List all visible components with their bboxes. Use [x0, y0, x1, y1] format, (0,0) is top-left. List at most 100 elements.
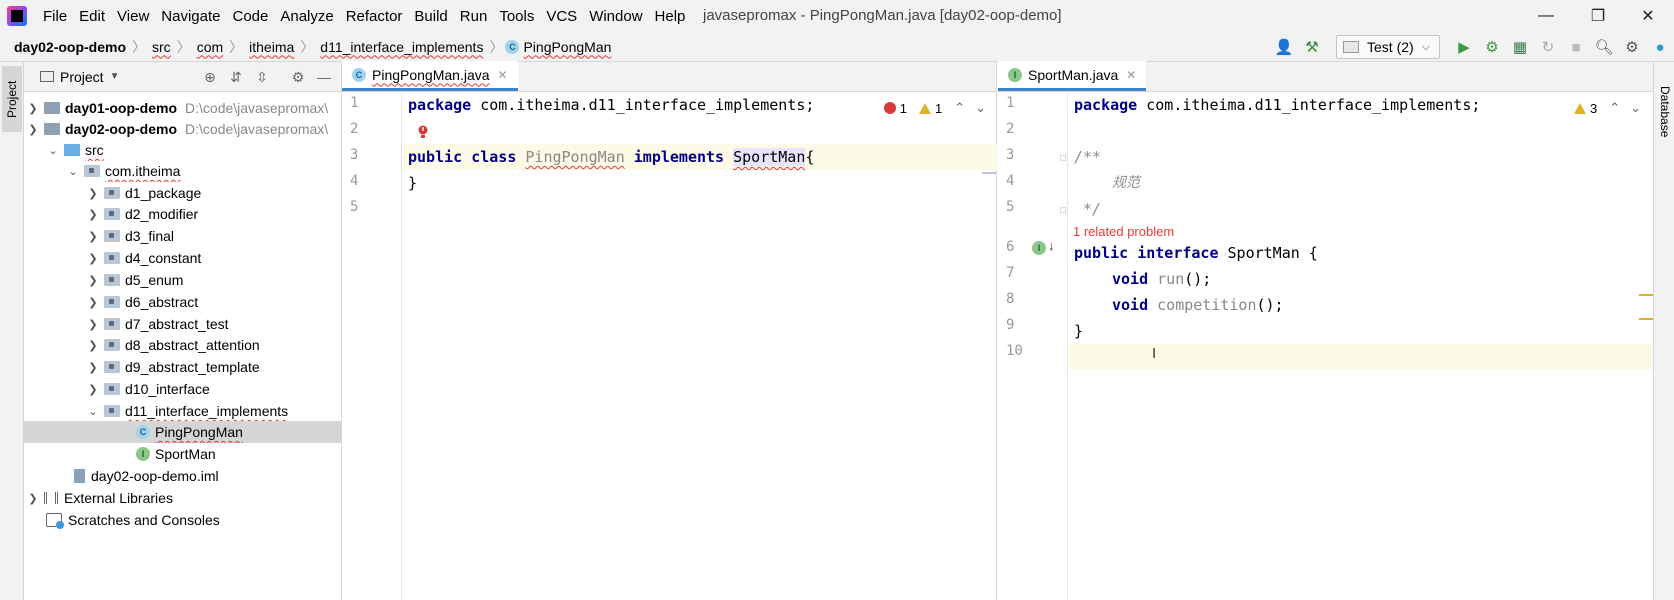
hide-panel-icon[interactable]: — [313, 66, 335, 88]
minimize-icon[interactable]: — [1520, 0, 1572, 32]
chevron-right-icon[interactable]: ❯ [86, 383, 100, 396]
tree-item-d11-interface-implements[interactable]: ⌄ d11_interface_implements [24, 400, 341, 422]
chevron-right-icon[interactable]: ❯ [86, 296, 100, 309]
close-window-icon[interactable]: ✕ [1622, 0, 1674, 32]
close-tab-icon[interactable]: ✕ [498, 68, 508, 82]
warning-count: 1 [934, 100, 943, 116]
chevron-right-icon[interactable]: ❯ [86, 252, 100, 265]
inspection-widget[interactable]: 1 1 ⌃ ⌄ [883, 100, 986, 116]
editor-pingpongman[interactable]: C PingPongMan.java ✕ 1 2 3 4 5 package c… [342, 61, 997, 600]
tree-item-d10-interface[interactable]: ❯ d10_interface [24, 378, 341, 400]
chevron-right-icon[interactable]: ❯ [26, 492, 40, 505]
tree-item-d9-abstract-template[interactable]: ❯ d9_abstract_template [24, 356, 341, 378]
breadcrumb-module[interactable]: day02-oop-demo [10, 39, 130, 55]
chevron-down-icon[interactable]: ⌄ [46, 144, 60, 157]
expand-all-icon[interactable]: ⇵ [225, 66, 247, 88]
chevron-down-icon[interactable]: ⌄ [1630, 100, 1641, 116]
menu-help[interactable]: Help [649, 8, 692, 25]
fold-icon[interactable]: □ [1060, 205, 1066, 216]
run-icon[interactable]: ▶ [1453, 36, 1475, 58]
tree-item-label: PingPongMan [155, 424, 243, 440]
tree-item-d6-abstract[interactable]: ❯ d6_abstract [24, 291, 341, 313]
tree-item-d7-abstract-test[interactable]: ❯ d7_abstract_test [24, 313, 341, 335]
chevron-down-icon[interactable]: ⌄ [975, 100, 986, 116]
tree-item-d5-enum[interactable]: ❯ d5_enum [24, 269, 341, 291]
chevron-right-icon[interactable]: ❯ [26, 102, 40, 115]
chevron-down-icon[interactable]: ⌄ [86, 405, 100, 418]
project-tool-button[interactable]: Project [2, 66, 22, 132]
tree-item-src[interactable]: ⌄ src [24, 139, 341, 161]
chevron-right-icon[interactable]: ❯ [86, 208, 100, 221]
tree-item-d1-package[interactable]: ❯ d1_package [24, 182, 341, 204]
chevron-up-icon[interactable]: ⌃ [1609, 100, 1620, 116]
editor-sportman[interactable]: I SportMan.java ✕ 1 2 3 4 5 6 7 8 9 10 I… [998, 61, 1653, 600]
breadcrumb-src[interactable]: src [148, 39, 175, 55]
tree-item-pingpongman[interactable]: C PingPongMan [24, 421, 341, 443]
menu-window[interactable]: Window [583, 8, 648, 25]
chevron-up-icon[interactable]: ⌃ [954, 100, 965, 116]
chevron-down-icon[interactable]: ⌄ [66, 165, 80, 178]
menu-vcs[interactable]: VCS [540, 8, 583, 25]
close-tab-icon[interactable]: ✕ [1126, 68, 1136, 82]
menu-file[interactable]: File [37, 8, 73, 25]
error-bulb-icon[interactable] [418, 125, 428, 139]
chevron-right-icon[interactable]: ❯ [86, 361, 100, 374]
menu-analyze[interactable]: Analyze [274, 8, 339, 25]
stop-icon[interactable]: ■ [1565, 36, 1587, 58]
user-icon[interactable]: 👤 [1273, 36, 1295, 58]
module-folder-icon [44, 102, 60, 114]
breadcrumb-itheima[interactable]: itheima [245, 39, 298, 55]
chevron-right-icon[interactable]: ❯ [86, 187, 100, 200]
locate-target-icon[interactable]: ⊕ [199, 66, 221, 88]
tree-item-d2-modifier[interactable]: ❯ d2_modifier [24, 203, 341, 225]
implemented-gutter-icon[interactable]: I [1032, 241, 1046, 255]
tree-item-sportman[interactable]: I SportMan [24, 443, 341, 465]
menu-tools[interactable]: Tools [493, 8, 540, 25]
tree-item-com-itheima[interactable]: ⌄ com.itheima [24, 160, 341, 182]
breadcrumb-class[interactable]: PingPongMan [519, 39, 615, 55]
menu-edit[interactable]: Edit [73, 8, 111, 25]
build-hammer-icon[interactable]: ⚒ [1301, 36, 1323, 58]
tree-item-iml-file[interactable]: day02-oop-demo.iml [24, 465, 341, 487]
tree-item-day01-oop-demo[interactable]: ❯ day01-oop-demo D:\code\javasepromax\ [24, 97, 341, 119]
debug-icon[interactable]: ⚙ [1481, 36, 1503, 58]
settings-gear-icon[interactable]: ⚙ [1621, 36, 1643, 58]
coverage-icon[interactable]: ▦ [1509, 36, 1531, 58]
breadcrumb-com[interactable]: com [193, 39, 227, 55]
chevron-right-icon[interactable]: ❯ [86, 230, 100, 243]
chevron-right-icon[interactable]: ❯ [86, 339, 100, 352]
inspection-widget[interactable]: 3 ⌃ ⌄ [1573, 100, 1641, 116]
tree-item-d8-abstract-attention[interactable]: ❯ d8_abstract_attention [24, 334, 341, 356]
tree-item-label: d7_abstract_test [125, 316, 229, 332]
fold-icon[interactable]: □ [1060, 153, 1066, 164]
tree-item-day02-oop-demo[interactable]: ❯ day02-oop-demo D:\code\javasepromax\ [24, 118, 341, 140]
search-icon[interactable]: 🔍︎ [1593, 36, 1615, 58]
chevron-right-icon[interactable]: ❯ [86, 274, 100, 287]
tab-sportman[interactable]: I SportMan.java ✕ [998, 61, 1147, 91]
chevron-down-icon[interactable]: ❯ [26, 123, 40, 136]
breadcrumb-separator: 〉 [132, 38, 147, 55]
plugin-icon[interactable]: ● [1649, 36, 1671, 58]
tab-pingpongman[interactable]: C PingPongMan.java ✕ [342, 61, 518, 91]
tree-item-d4-constant[interactable]: ❯ d4_constant [24, 247, 341, 269]
menu-navigate[interactable]: Navigate [155, 8, 226, 25]
arrow-down-icon: ↓ [1048, 238, 1055, 253]
profile-icon[interactable]: ↻ [1537, 36, 1559, 58]
breadcrumb-package[interactable]: d11_interface_implements [316, 39, 487, 55]
database-tool-button[interactable]: Database [1656, 72, 1674, 152]
related-problem-hint[interactable]: 1 related problem [1073, 224, 1174, 239]
project-view-selector[interactable]: Project ▼ [30, 69, 119, 85]
tree-item-d3-final[interactable]: ❯ d3_final [24, 225, 341, 247]
menu-view[interactable]: View [111, 8, 155, 25]
menu-build[interactable]: Build [408, 8, 453, 25]
collapse-all-icon[interactable]: ⇳ [251, 66, 273, 88]
menu-run[interactable]: Run [454, 8, 494, 25]
menu-refactor[interactable]: Refactor [340, 8, 409, 25]
restore-icon[interactable]: ❐ [1572, 0, 1624, 32]
run-configuration-select[interactable]: Test (2) ⌵ [1336, 35, 1440, 59]
menu-code[interactable]: Code [226, 8, 274, 25]
gear-icon[interactable]: ⚙ [287, 66, 309, 88]
chevron-right-icon[interactable]: ❯ [86, 318, 100, 331]
tree-item-external-libraries[interactable]: ❯ External Libraries [24, 487, 341, 509]
tree-item-scratches[interactable]: Scratches and Consoles [24, 509, 341, 531]
